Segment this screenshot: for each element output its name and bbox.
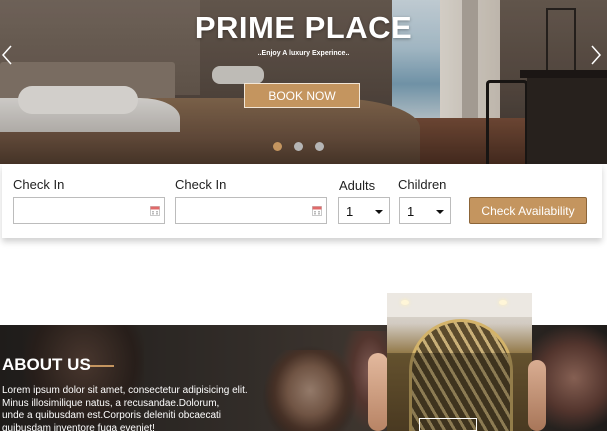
slider-dot-1[interactable] — [273, 142, 282, 151]
book-now-button[interactable]: BOOK NOW — [244, 83, 360, 108]
about-title: ABOUT US — [2, 355, 91, 374]
checkin-label-1: Check In — [13, 177, 65, 192]
about-text-line: unde a quibusdam est.Corporis deleniti o… — [2, 410, 222, 421]
checkin-date-input-1[interactable] — [13, 197, 165, 224]
adults-label: Adults — [339, 178, 376, 193]
children-value: 1 — [407, 204, 415, 219]
phone-button-outline — [419, 418, 477, 431]
caret-down-icon — [436, 210, 444, 214]
slider-dot-3[interactable] — [315, 142, 324, 151]
hero-subtitle: ..Enjoy A luxury Experince.. — [257, 50, 350, 57]
hand-left — [368, 353, 388, 431]
phone-image — [387, 293, 532, 431]
about-text-line: Lorem ipsum dolor sit amet, consectetur … — [2, 385, 248, 396]
about-text-line: quibusdam inventore fuga eveniet! — [2, 422, 155, 431]
about-text-line: Minus illosimilique natus, a recusandae.… — [2, 397, 220, 409]
about-text: Lorem ipsum dolor sit amet, consectetur … — [2, 385, 264, 431]
booking-bar: Check In Check In Adults 1 Children 1 Ch… — [2, 164, 602, 238]
chevron-left-icon[interactable] — [1, 44, 15, 66]
hero-title: PRIME PLACE — [194, 10, 413, 45]
ceiling-light — [401, 300, 409, 305]
hand-right — [528, 360, 546, 431]
calendar-icon[interactable] — [312, 205, 322, 216]
slider-dots — [273, 142, 324, 151]
phone-ceiling — [387, 293, 532, 317]
check-availability-button[interactable]: Check Availability — [469, 197, 587, 224]
children-label: Children — [398, 177, 447, 192]
ceiling-light — [499, 300, 507, 305]
adults-value: 1 — [346, 204, 354, 219]
slider-dot-2[interactable] — [294, 142, 303, 151]
checkin-label-2: Check In — [175, 177, 227, 192]
adults-select[interactable]: 1 — [338, 197, 390, 224]
about-title-underline — [90, 365, 114, 367]
hero-slider: PRIME PLACE ..Enjoy A luxury Experince..… — [0, 0, 607, 164]
children-select[interactable]: 1 — [399, 197, 451, 224]
checkin-date-input-2[interactable] — [175, 197, 327, 224]
chevron-right-icon[interactable] — [590, 44, 604, 66]
caret-down-icon — [375, 210, 383, 214]
calendar-icon[interactable] — [150, 205, 160, 216]
